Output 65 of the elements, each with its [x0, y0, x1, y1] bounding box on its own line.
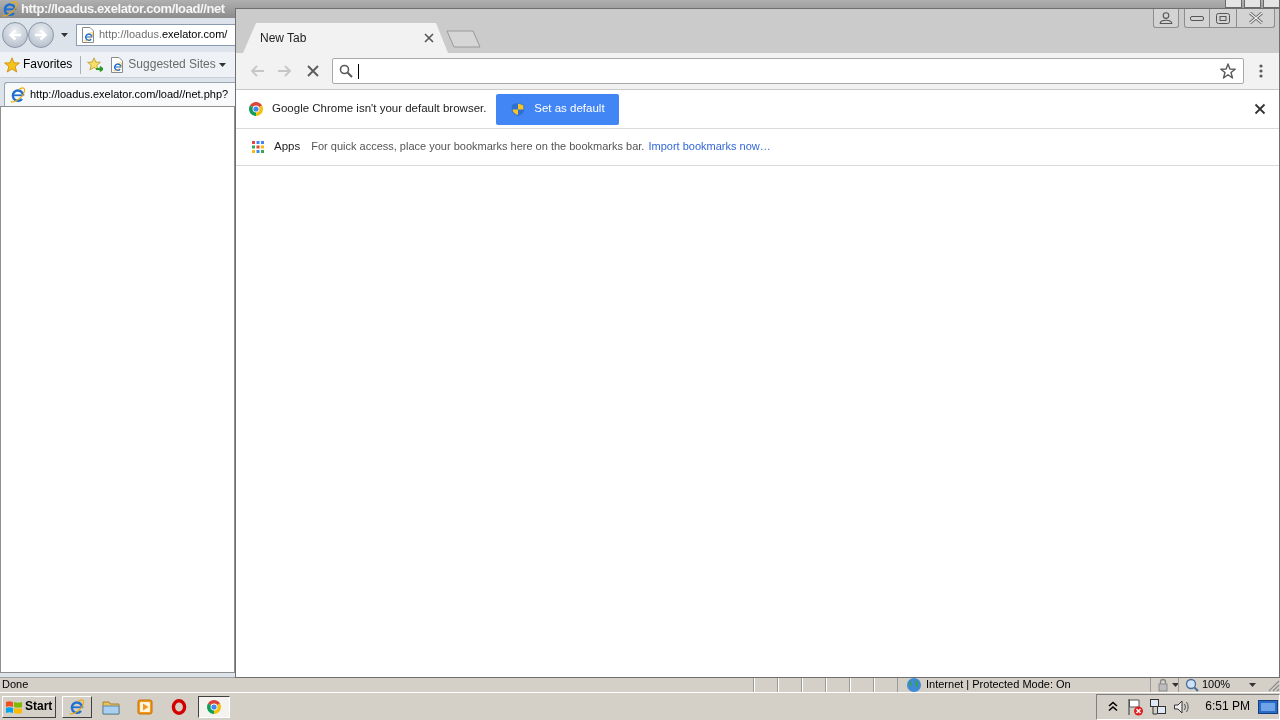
- left-arrow-icon: [8, 29, 22, 41]
- speaker-icon[interactable]: [1173, 698, 1192, 715]
- page-icon: [80, 27, 96, 43]
- page-icon: [109, 56, 126, 73]
- browser-logo-icon: [10, 86, 26, 103]
- zone-text: Internet | Protected Mode: On: [926, 678, 1071, 692]
- ring-icon: [171, 698, 187, 715]
- browser-tab[interactable]: New Tab: [243, 23, 448, 53]
- resize-grip-icon[interactable]: [1266, 678, 1280, 692]
- stop-icon[interactable]: [306, 64, 320, 78]
- windows-logo-icon: [5, 698, 23, 715]
- apps-grid-icon: [252, 141, 264, 153]
- close-icon[interactable]: [1254, 103, 1266, 115]
- browser-logo-icon: [69, 698, 85, 715]
- caret-icon: [218, 62, 226, 67]
- folder-icon: [102, 698, 120, 715]
- browser-tab[interactable]: http://loadus.exelator.com/load//net.php?: [4, 82, 235, 106]
- maximize-button[interactable]: [1209, 9, 1237, 28]
- infobar-message: Google Chrome isn't your default browser.: [272, 102, 487, 116]
- profile-button[interactable]: [1153, 9, 1179, 28]
- minimize-button[interactable]: [1225, 0, 1242, 8]
- suggested-sites-button[interactable]: Suggested Sites: [109, 56, 226, 73]
- set-default-button[interactable]: Set as default: [496, 93, 620, 125]
- forward-button[interactable]: [28, 22, 54, 48]
- chrome-logo-icon: [206, 698, 222, 715]
- close-button[interactable]: [1263, 0, 1280, 8]
- bookmark-star-icon[interactable]: [1220, 63, 1236, 79]
- network-icon[interactable]: [1149, 698, 1168, 715]
- play-icon: [137, 698, 153, 715]
- import-bookmarks-link[interactable]: Import bookmarks now…: [648, 140, 771, 154]
- menu-icon[interactable]: [1259, 64, 1263, 78]
- maximize-icon: [1216, 12, 1230, 24]
- caret-icon[interactable]: [61, 33, 68, 37]
- star-icon: [4, 56, 20, 73]
- back-button[interactable]: [2, 22, 28, 48]
- close-icon: [1247, 12, 1264, 24]
- address-field[interactable]: http://loadus.exelator.com/: [76, 24, 235, 46]
- close-icon[interactable]: [423, 32, 435, 44]
- show-desktop-icon[interactable]: [1258, 698, 1278, 715]
- maximize-button[interactable]: [1244, 0, 1261, 8]
- status-text: Done: [2, 678, 29, 692]
- browser-logo-icon: [2, 1, 18, 17]
- favorites-button[interactable]: Favorites: [4, 56, 77, 73]
- close-button[interactable]: [1236, 9, 1275, 28]
- address-field[interactable]: [332, 58, 1244, 84]
- address-text: http://loadus.exelator.com/: [99, 28, 228, 42]
- minimize-button[interactable]: [1184, 9, 1210, 28]
- star-arrow-icon[interactable]: [87, 56, 104, 73]
- chrome-logo-icon: [248, 101, 264, 117]
- window-title: http://loadus.exelator.com/load//net: [21, 1, 225, 17]
- clock-text[interactable]: 6:51 PM: [1205, 699, 1250, 714]
- start-button[interactable]: Start: [2, 695, 56, 718]
- taskbar-button[interactable]: [198, 695, 230, 718]
- apps-button[interactable]: Apps: [252, 140, 301, 154]
- caret-icon: [1249, 683, 1256, 687]
- flag-icon[interactable]: [1126, 697, 1145, 716]
- chevron-up-icon[interactable]: [1108, 701, 1119, 712]
- shield-icon: [511, 101, 526, 117]
- magnifier-icon: [1185, 678, 1199, 692]
- search-icon: [339, 64, 353, 78]
- right-arrow-icon: [34, 29, 48, 41]
- globe-icon: [906, 677, 922, 693]
- caret-icon[interactable]: [1172, 683, 1179, 687]
- bookmarks-hint: For quick access, place your bookmarks here on the bookmarks bar.: [311, 140, 645, 154]
- person-icon: [1159, 12, 1173, 24]
